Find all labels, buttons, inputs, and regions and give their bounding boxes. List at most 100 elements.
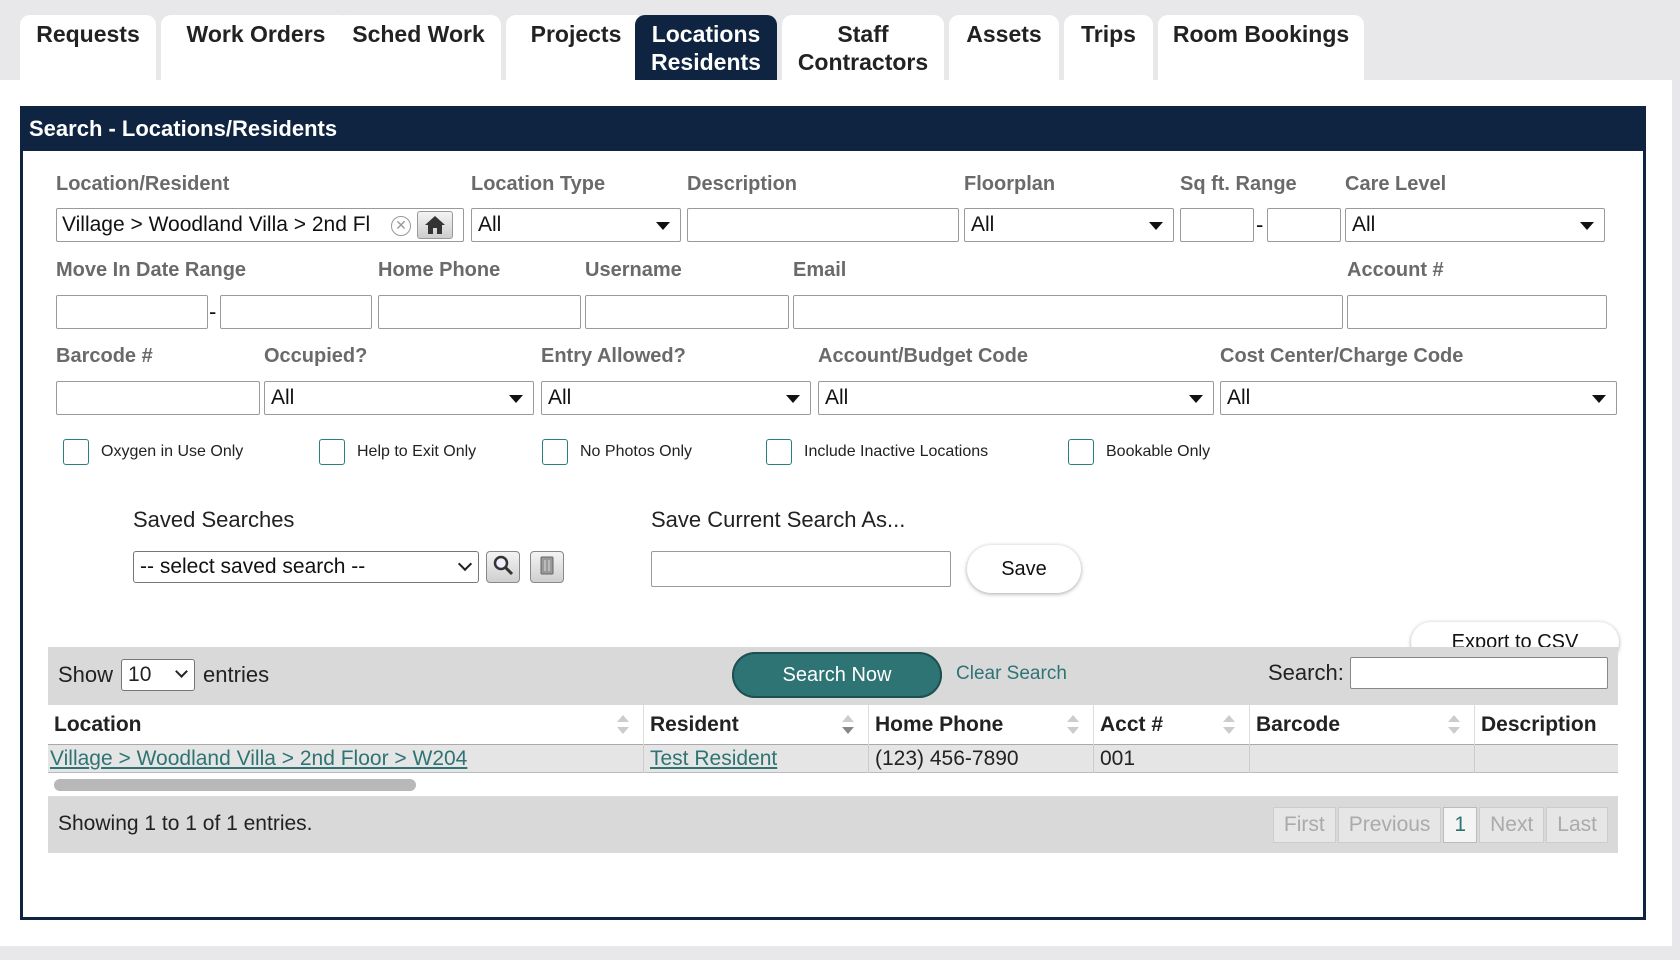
username-input[interactable] [585,295,789,329]
checkbox-box[interactable] [1068,439,1094,465]
table-search-input[interactable] [1350,657,1608,689]
label-account-budget: Account/Budget Code [818,345,1028,367]
column-barcode[interactable]: Barcode [1250,705,1475,745]
care-level-select[interactable]: All [1345,208,1605,242]
sort-icon [617,713,629,737]
page-last[interactable]: Last [1546,807,1608,843]
delete-search-button[interactable] [530,551,564,583]
label-email: Email [793,259,847,281]
tab-sched-work[interactable]: Sched Work [336,15,501,81]
checkbox-label: Include Inactive Locations [804,443,989,460]
column-location[interactable]: Location [48,705,644,745]
column-description[interactable]: Description [1475,705,1618,745]
sqft-min-input[interactable] [1180,208,1254,242]
resident-link[interactable]: Test Resident [650,747,777,770]
checkbox-box[interactable] [319,439,345,465]
page-length-select[interactable]: 10 [121,659,196,691]
sort-icon [1223,713,1235,737]
checkbox-no-photos[interactable]: No Photos Only [542,439,692,465]
page-1[interactable]: 1 [1443,807,1478,843]
pagination: First Previous 1 Next Last [1271,807,1608,843]
cost-center-select[interactable]: All [1220,381,1617,415]
barcode-input[interactable] [56,381,260,415]
checkbox-box[interactable] [542,439,568,465]
page-length-control: Show 10 entries [58,659,269,691]
checkbox-include-inactive[interactable]: Include Inactive Locations [766,439,988,465]
label-description: Description [687,173,798,195]
horizontal-scrollbar[interactable] [48,773,1618,797]
table-footer: Showing 1 to 1 of 1 entries. First Previ… [48,797,1618,853]
location-type-select[interactable]: All [471,208,681,242]
chevron-down-icon [175,665,188,678]
page-previous[interactable]: Previous [1337,807,1442,843]
tab-requests[interactable]: Requests [20,15,156,81]
save-button[interactable]: Save [967,545,1081,593]
floorplan-select[interactable]: All [964,208,1174,242]
column-home-phone[interactable]: Home Phone [869,705,1094,745]
label-occupied: Occupied? [264,345,368,367]
range-dash: - [1256,212,1264,237]
results-table: Show 10 entries Search Now Clear Search … [48,647,1618,857]
table-toolbar: Show 10 entries Search Now Clear Search … [48,647,1618,705]
checkbox-label: No Photos Only [580,443,693,460]
chevron-down-icon [457,556,473,572]
checkbox-oxygen[interactable]: Oxygen in Use Only [63,439,243,465]
tab-assets[interactable]: Assets [949,15,1059,81]
label-account-no: Account # [1347,259,1444,281]
page-first[interactable]: First [1272,807,1336,843]
search-title: Search - Locations/Residents [23,109,1643,151]
account-budget-select[interactable]: All [818,381,1214,415]
label-barcode: Barcode # [56,345,153,367]
checkbox-box[interactable] [766,439,792,465]
save-as-input[interactable] [651,551,951,587]
tab-locations-residents[interactable]: Locations Residents [635,15,777,81]
tab-projects[interactable]: Projects [506,15,646,81]
label-username: Username [585,259,682,281]
description-input[interactable] [687,208,959,242]
checkbox-label: Bookable Only [1106,443,1211,460]
clear-search-link[interactable]: Clear Search [956,663,1067,685]
location-link[interactable]: Village > Woodland Villa > 2nd Floor > W… [50,747,467,770]
home-icon[interactable] [417,211,453,239]
move-in-start-input[interactable] [56,295,208,329]
content-panel: Search - Locations/Residents Location/Re… [0,80,1672,946]
page-next[interactable]: Next [1479,807,1545,843]
table-row: Village > Woodland Villa > 2nd Floor > W… [48,745,1618,773]
scrollbar-thumb[interactable] [54,779,416,791]
tab-trips[interactable]: Trips [1064,15,1153,81]
column-acct[interactable]: Acct # [1094,705,1250,745]
cell-home-phone: (123) 456-7890 [869,745,1094,773]
cell-description [1475,745,1618,773]
tab-room-bookings[interactable]: Room Bookings [1158,15,1364,81]
load-search-button[interactable] [486,551,520,583]
label-cost-center: Cost Center/Charge Code [1220,345,1464,367]
checkbox-bookable[interactable]: Bookable Only [1068,439,1210,465]
saved-searches-label: Saved Searches [133,507,295,532]
checkbox-box[interactable] [63,439,89,465]
checkbox-help-exit[interactable]: Help to Exit Only [319,439,476,465]
occupied-select[interactable]: All [264,381,534,415]
clear-icon[interactable]: ✕ [391,216,411,236]
entry-allowed-select[interactable]: All [541,381,811,415]
label-home-phone: Home Phone [378,259,501,281]
sort-icon [1067,713,1079,737]
label-floorplan: Floorplan [964,173,1056,195]
tab-staff-contractors[interactable]: Staff Contractors [782,15,944,81]
search-icon [492,554,514,581]
saved-searches-select[interactable]: -- select saved search -- [133,551,479,583]
cell-acct: 001 [1094,745,1250,773]
account-no-input[interactable] [1347,295,1607,329]
location-resident-input[interactable]: Village > Woodland Villa > 2nd Fl ✕ [56,208,464,242]
move-in-end-input[interactable] [220,295,372,329]
tab-work-orders[interactable]: Work Orders [161,15,351,81]
column-resident[interactable]: Resident [644,705,869,745]
email-input[interactable] [793,295,1343,329]
show-label: Show [58,662,114,687]
home-phone-input[interactable] [378,295,581,329]
label-care-level: Care Level [1345,173,1447,195]
sqft-max-input[interactable] [1267,208,1341,242]
label-location-type: Location Type [471,173,606,195]
table-search-label: Search: [1268,660,1344,685]
table-header: Location Resident Home Phone Acct # Barc… [48,705,1618,745]
search-now-button[interactable]: Search Now [732,652,942,698]
